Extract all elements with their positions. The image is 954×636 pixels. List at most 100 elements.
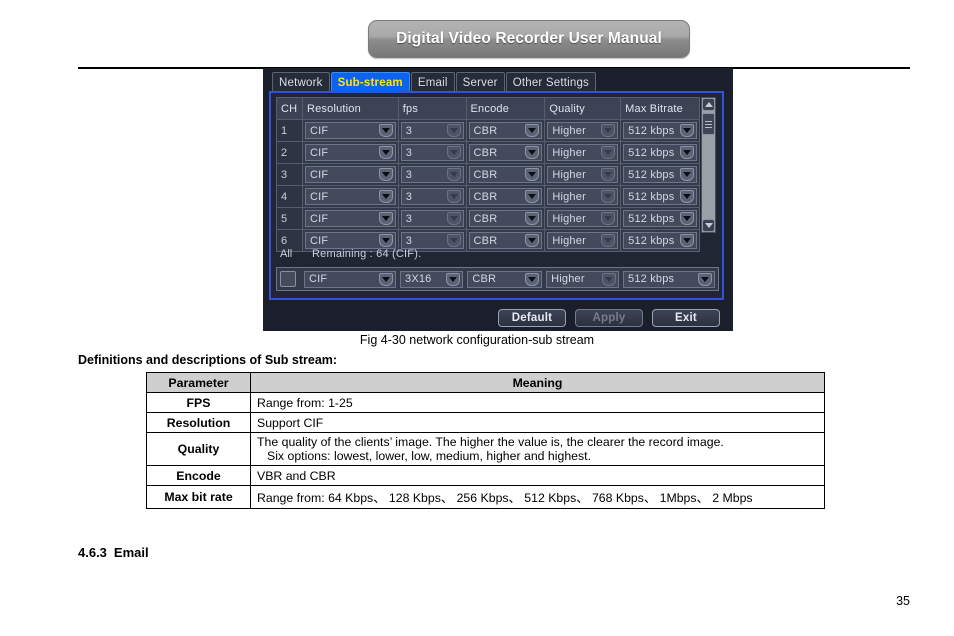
chevron-down-icon[interactable] [525, 212, 540, 225]
definitions-parameter: Encode [146, 465, 251, 486]
scrollbar-thumb[interactable] [702, 113, 715, 135]
quality-dropdown[interactable]: Higher [547, 122, 619, 139]
table-row: 2 CIF 3 CBR Higher 512 kbps [276, 141, 700, 164]
chevron-down-icon[interactable] [601, 190, 616, 203]
fps-dropdown[interactable]: 3 [400, 144, 464, 161]
quality-dropdown[interactable]: Higher [547, 144, 619, 161]
table-row: Max bit rate Range from: 64 Kbps、 128 Kb… [146, 485, 825, 509]
chevron-down-icon[interactable] [680, 124, 694, 137]
channel-list-scrollbar[interactable] [701, 97, 716, 233]
tab-server[interactable]: Server [455, 72, 505, 92]
chevron-down-icon[interactable] [378, 124, 393, 137]
quality-value: Higher [552, 190, 586, 203]
all-max-bitrate-dropdown[interactable]: 512 kbps [623, 270, 716, 288]
tab-other-settings[interactable]: Other Settings [505, 72, 597, 92]
quality-dropdown[interactable]: Higher [547, 210, 619, 227]
chevron-down-icon[interactable] [378, 190, 393, 203]
all-quality-value: Higher [551, 273, 585, 285]
chevron-down-icon[interactable] [378, 168, 393, 181]
max-bitrate-dropdown[interactable]: 512 kbps [623, 144, 697, 161]
section-title: Email [113, 545, 149, 560]
chevron-down-icon[interactable] [525, 168, 540, 181]
encode-dropdown[interactable]: CBR [468, 166, 543, 183]
chevron-down-icon[interactable] [446, 146, 461, 159]
fps-dropdown[interactable]: 3 [400, 122, 464, 139]
chevron-down-icon[interactable] [525, 190, 540, 203]
scroll-up-icon[interactable] [702, 98, 715, 111]
encode-dropdown[interactable]: CBR [468, 210, 543, 227]
chevron-down-icon[interactable] [602, 272, 617, 286]
definitions-parameter: Max bit rate [146, 485, 251, 509]
chevron-down-icon[interactable] [680, 190, 694, 203]
chevron-down-icon[interactable] [446, 190, 461, 203]
all-label: All [280, 248, 293, 260]
table-header-row: CH Resolution fps Encode Quality Max Bit… [276, 97, 700, 120]
max-bitrate-dropdown[interactable]: 512 kbps [623, 210, 697, 227]
fps-dropdown[interactable]: 3 [400, 166, 464, 183]
resolution-dropdown[interactable]: CIF [304, 166, 396, 183]
all-encode-dropdown[interactable]: CBR [467, 270, 543, 288]
definitions-meaning-line2: Six options: lowest, lower, low, medium,… [267, 449, 591, 463]
chevron-down-icon[interactable] [378, 212, 393, 225]
max-bitrate-value: 512 kbps [628, 212, 675, 225]
quality-dropdown[interactable]: Higher [547, 166, 619, 183]
tab-sub-stream[interactable]: Sub-stream [330, 72, 410, 92]
fps-dropdown[interactable]: 3 [400, 210, 464, 227]
scroll-down-icon[interactable] [702, 219, 715, 232]
resolution-dropdown[interactable]: CIF [304, 210, 396, 227]
chevron-down-icon[interactable] [601, 168, 616, 181]
chevron-down-icon[interactable] [680, 146, 694, 159]
chevron-down-icon[interactable] [446, 212, 461, 225]
definitions-parameter: FPS [146, 392, 251, 413]
all-resolution-dropdown[interactable]: CIF [304, 270, 396, 288]
apply-button[interactable]: Apply [575, 309, 643, 327]
chevron-down-icon[interactable] [601, 146, 616, 159]
quality-dropdown[interactable]: Higher [547, 188, 619, 205]
table-row: 3 CIF 3 CBR Higher 512 kbps [276, 163, 700, 186]
exit-button[interactable]: Exit [652, 309, 720, 327]
chevron-down-icon[interactable] [446, 168, 461, 181]
default-button[interactable]: Default [498, 309, 566, 327]
max-bitrate-dropdown[interactable]: 512 kbps [623, 188, 697, 205]
resolution-dropdown[interactable]: CIF [304, 144, 396, 161]
manual-title-banner: Digital Video Recorder User Manual [368, 20, 690, 58]
definitions-header-meaning: Meaning [250, 372, 825, 393]
chevron-down-icon[interactable] [446, 124, 461, 137]
encode-dropdown[interactable]: CBR [468, 122, 543, 139]
tab-email-label: Email [417, 76, 448, 89]
chevron-down-icon[interactable] [525, 124, 540, 137]
resolution-value: CIF [309, 146, 329, 159]
tab-network[interactable]: Network [272, 72, 330, 92]
all-fps-dropdown[interactable]: 3X16 [400, 270, 464, 288]
cell-channel-number: 5 [276, 207, 303, 230]
fps-dropdown[interactable]: 3 [400, 188, 464, 205]
chevron-down-icon[interactable] [525, 272, 540, 286]
definitions-meaning: Range from: 1-25 [250, 392, 825, 413]
max-bitrate-value: 512 kbps [628, 124, 675, 137]
chevron-down-icon[interactable] [446, 272, 461, 286]
chevron-down-icon[interactable] [698, 272, 713, 286]
chevron-down-icon[interactable] [601, 124, 616, 137]
definitions-parameter: Quality [146, 432, 251, 466]
definitions-parameter: Resolution [146, 412, 251, 433]
max-bitrate-dropdown[interactable]: 512 kbps [623, 166, 697, 183]
chevron-down-icon[interactable] [680, 212, 694, 225]
chevron-down-icon[interactable] [601, 212, 616, 225]
chevron-down-icon[interactable] [680, 168, 694, 181]
select-all-checkbox[interactable] [280, 271, 296, 287]
chevron-down-icon[interactable] [525, 146, 540, 159]
chevron-down-icon[interactable] [378, 146, 393, 159]
remaining-capacity-text: Remaining : 64 (CIF). [312, 248, 422, 260]
tab-email[interactable]: Email [410, 72, 455, 92]
chevron-down-icon[interactable] [379, 272, 393, 286]
table-row: FPS Range from: 1-25 [146, 392, 825, 413]
max-bitrate-value: 512 kbps [628, 190, 675, 203]
resolution-value: CIF [309, 124, 329, 137]
max-bitrate-dropdown[interactable]: 512 kbps [623, 122, 697, 139]
encode-dropdown[interactable]: CBR [468, 144, 543, 161]
resolution-dropdown[interactable]: CIF [304, 188, 396, 205]
resolution-dropdown[interactable]: CIF [304, 122, 396, 139]
encode-dropdown[interactable]: CBR [468, 188, 543, 205]
all-quality-dropdown[interactable]: Higher [546, 270, 620, 288]
tab-network-label: Network [279, 76, 323, 89]
